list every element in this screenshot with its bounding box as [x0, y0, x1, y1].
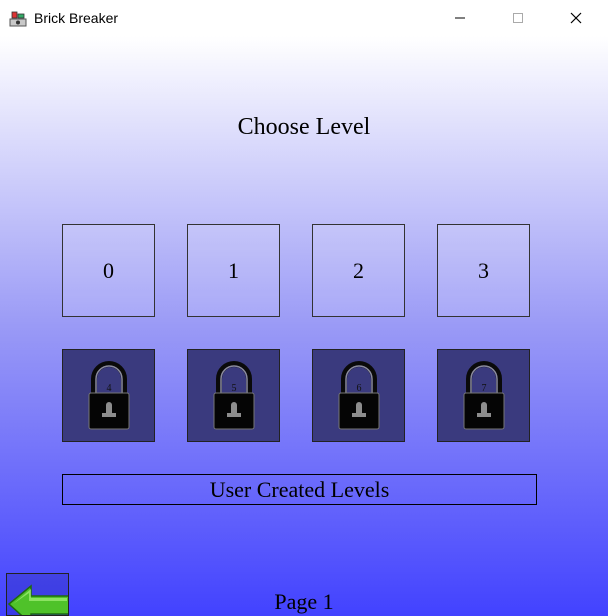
- title-bar: Brick Breaker: [0, 0, 608, 36]
- window-title: Brick Breaker: [34, 10, 119, 26]
- level-label: 2: [353, 257, 364, 283]
- padlock-icon: 5: [213, 360, 254, 429]
- level-label: 3: [478, 257, 489, 283]
- level-0-button[interactable]: 0: [62, 224, 155, 317]
- level-select-screen: Choose Level 0 1 2 3 4 5 6 7 User Create…: [0, 36, 608, 616]
- level-6-button-locked[interactable]: 6: [312, 349, 405, 442]
- level-5-button-locked[interactable]: 5: [187, 349, 280, 442]
- page-indicator: Page 1: [274, 589, 334, 614]
- level-label: 7: [481, 383, 486, 394]
- level-label: 1: [228, 257, 239, 283]
- minimize-button[interactable]: [437, 0, 483, 36]
- minimize-icon: [455, 17, 465, 19]
- padlock-icon: 6: [338, 360, 379, 429]
- padlock-icon: 4: [88, 360, 129, 429]
- maximize-button[interactable]: [495, 0, 541, 36]
- level-label: 5: [231, 383, 236, 394]
- level-label: 4: [106, 383, 111, 394]
- level-4-button-locked[interactable]: 4: [62, 349, 155, 442]
- level-label: 6: [356, 383, 361, 394]
- level-1-button[interactable]: 1: [187, 224, 280, 317]
- level-7-button-locked[interactable]: 7: [437, 349, 530, 442]
- user-created-levels-button[interactable]: User Created Levels: [62, 474, 537, 505]
- close-button[interactable]: [553, 0, 599, 36]
- brick-breaker-app-icon: [9, 11, 27, 27]
- close-icon: [570, 12, 582, 24]
- maximize-icon: [513, 13, 523, 23]
- level-2-button[interactable]: 2: [312, 224, 405, 317]
- level-label: 0: [103, 257, 114, 283]
- padlock-icon: 7: [463, 360, 504, 429]
- level-3-button[interactable]: 3: [437, 224, 530, 317]
- user-created-levels-label: User Created Levels: [209, 476, 390, 502]
- page-title: Choose Level: [237, 114, 371, 140]
